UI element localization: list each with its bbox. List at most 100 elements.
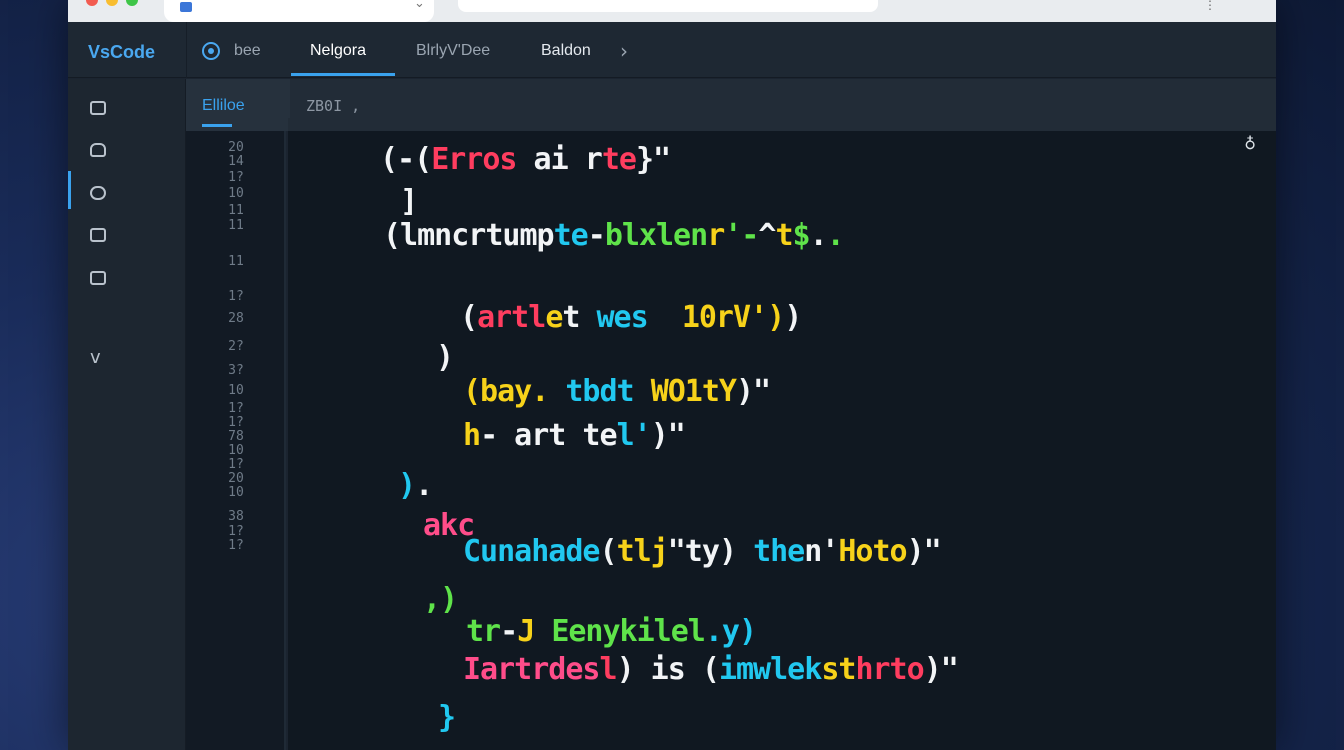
code-token: '- (724, 218, 759, 253)
code-token: ) (718, 534, 754, 569)
line-number: 1? (228, 538, 244, 553)
code-token: )" (923, 652, 959, 687)
tab-label: Elliloe (202, 97, 245, 114)
line-number: 20 (228, 471, 244, 486)
target-icon[interactable] (202, 42, 220, 60)
tab-zb0i[interactable]: ZB0I , (306, 97, 360, 115)
minimize-window-icon[interactable] (106, 0, 118, 6)
code-line[interactable]: ] (400, 184, 418, 219)
list-icon[interactable] (90, 228, 106, 242)
code-token: WO1tY (650, 374, 737, 409)
line-number: 11 (228, 203, 244, 218)
close-tab-icon[interactable]: ⌄ (414, 0, 425, 11)
code-line[interactable]: (bay. tbdt WO1tY)" (463, 374, 771, 409)
code-token: - art te (480, 418, 617, 453)
code-token: blxlen (604, 218, 708, 253)
code-token: $ (792, 218, 811, 253)
nav-item-blrlyv-dee[interactable]: BlrlyV'Dee (416, 42, 490, 60)
line-number: 1? (228, 415, 244, 430)
tab-elliloe[interactable]: Elliloe (186, 79, 290, 131)
code-token: ( (460, 300, 478, 335)
code-line[interactable]: (lmncrtumpte-blxlenr'-^t$.. (383, 218, 845, 253)
code-token: imwlek (718, 652, 822, 687)
line-number-gutter: 20 14 1? 10 11 11 11 1? 28 2? 3? 10 1? 1? 78 10 1? 20 10 38… (186, 131, 286, 750)
line-number: 1? (228, 401, 244, 416)
explorer-icon[interactable] (90, 101, 106, 115)
code-token: .y) (704, 614, 757, 649)
code-editor[interactable]: ♁ (-(Erros ai rte}"] (lmncrtumpte-blxlenr… (288, 118, 1276, 750)
search-icon[interactable] (90, 186, 106, 200)
line-number: 1? (228, 524, 244, 539)
line-number: 1? (228, 457, 244, 472)
code-token: wes (596, 300, 649, 335)
line-number: 1? (228, 289, 244, 304)
code-token: r (707, 218, 725, 253)
code-token: l (599, 652, 618, 687)
code-token: ai (516, 142, 585, 177)
code-token: ) (784, 300, 802, 335)
code-token: Iartrdes (463, 652, 600, 687)
app-brand[interactable]: VsCode (88, 42, 155, 63)
code-token: tlj (616, 534, 669, 569)
line-number: 11 (228, 218, 244, 233)
code-token: - (500, 614, 518, 649)
nav-item-bee[interactable]: bee (234, 42, 261, 60)
active-nav-indicator (291, 73, 395, 76)
maximize-window-icon[interactable] (126, 0, 138, 6)
window-controls (86, 0, 138, 6)
code-token: tbdt (548, 374, 634, 409)
code-token: artl (477, 300, 546, 335)
nav-item-nelgora[interactable]: Nelgora (310, 42, 366, 60)
browser-chrome: ⌄ ⋮ (68, 0, 1276, 22)
code-line[interactable]: } (438, 700, 456, 735)
close-window-icon[interactable] (86, 0, 98, 6)
code-token: Eenykilel (551, 614, 706, 649)
person-icon[interactable]: ♁ (1244, 134, 1256, 153)
code-token: ( (599, 534, 618, 569)
line-number: 11 (228, 254, 244, 269)
line-number: 28 (228, 311, 244, 326)
code-token: - (587, 218, 606, 253)
code-token: Hoto (838, 534, 907, 569)
code-token: ) is ( (616, 652, 720, 687)
code-token: Erros (431, 142, 517, 177)
code-line[interactable]: (-(Erros ai rte}" (380, 142, 671, 177)
code-line[interactable]: Iartrdesl) is (imwleksthrto)" (463, 652, 959, 687)
nav-item-baldon[interactable]: Baldon (541, 42, 591, 60)
code-token: . (415, 468, 433, 503)
chevron-down-icon[interactable]: v (90, 347, 101, 368)
code-token: ] (400, 184, 418, 219)
line-number: 78 (228, 429, 244, 444)
window-icon[interactable] (90, 271, 106, 285)
code-line[interactable]: h- art tel')" (463, 418, 686, 453)
line-number: 10 (228, 186, 244, 201)
code-token: e (545, 300, 563, 335)
code-line[interactable]: (artlet wes 10rV')) (460, 300, 802, 335)
code-line[interactable]: ). (398, 468, 433, 503)
vscode-window: ⌄ ⋮ VsCode bee Nelgora BlrlyV'Dee Baldon… (68, 0, 1276, 750)
code-token: )" (650, 418, 686, 453)
code-line[interactable]: ) (436, 340, 454, 375)
code-token: (lmncrtump (383, 218, 555, 253)
line-number: 10 (228, 443, 244, 458)
chevron-right-icon[interactable]: › (620, 39, 628, 63)
line-number: 3? (228, 363, 244, 378)
code-token: h (463, 418, 481, 453)
code-token: (-( (380, 142, 432, 177)
divider (186, 22, 187, 78)
code-token: )" (736, 374, 771, 409)
code-token: )" (906, 534, 942, 569)
code-line[interactable]: Cunahade(tlj"ty) then'Hoto)" (463, 534, 942, 569)
editor-header-strip (288, 118, 1276, 131)
package-icon[interactable] (90, 143, 106, 157)
code-token: ^ (758, 218, 776, 253)
code-token: ) (398, 468, 416, 503)
browser-tab[interactable]: ⌄ (164, 0, 434, 22)
browser-menu-icon[interactable]: ⋮ (1204, 0, 1216, 12)
code-token: te (601, 142, 637, 177)
address-bar[interactable] (458, 0, 878, 12)
code-line[interactable]: tr-J Eenykilel.y) (466, 614, 757, 649)
code-line[interactable]: ,) (423, 582, 458, 617)
line-number: 20 (228, 140, 244, 155)
